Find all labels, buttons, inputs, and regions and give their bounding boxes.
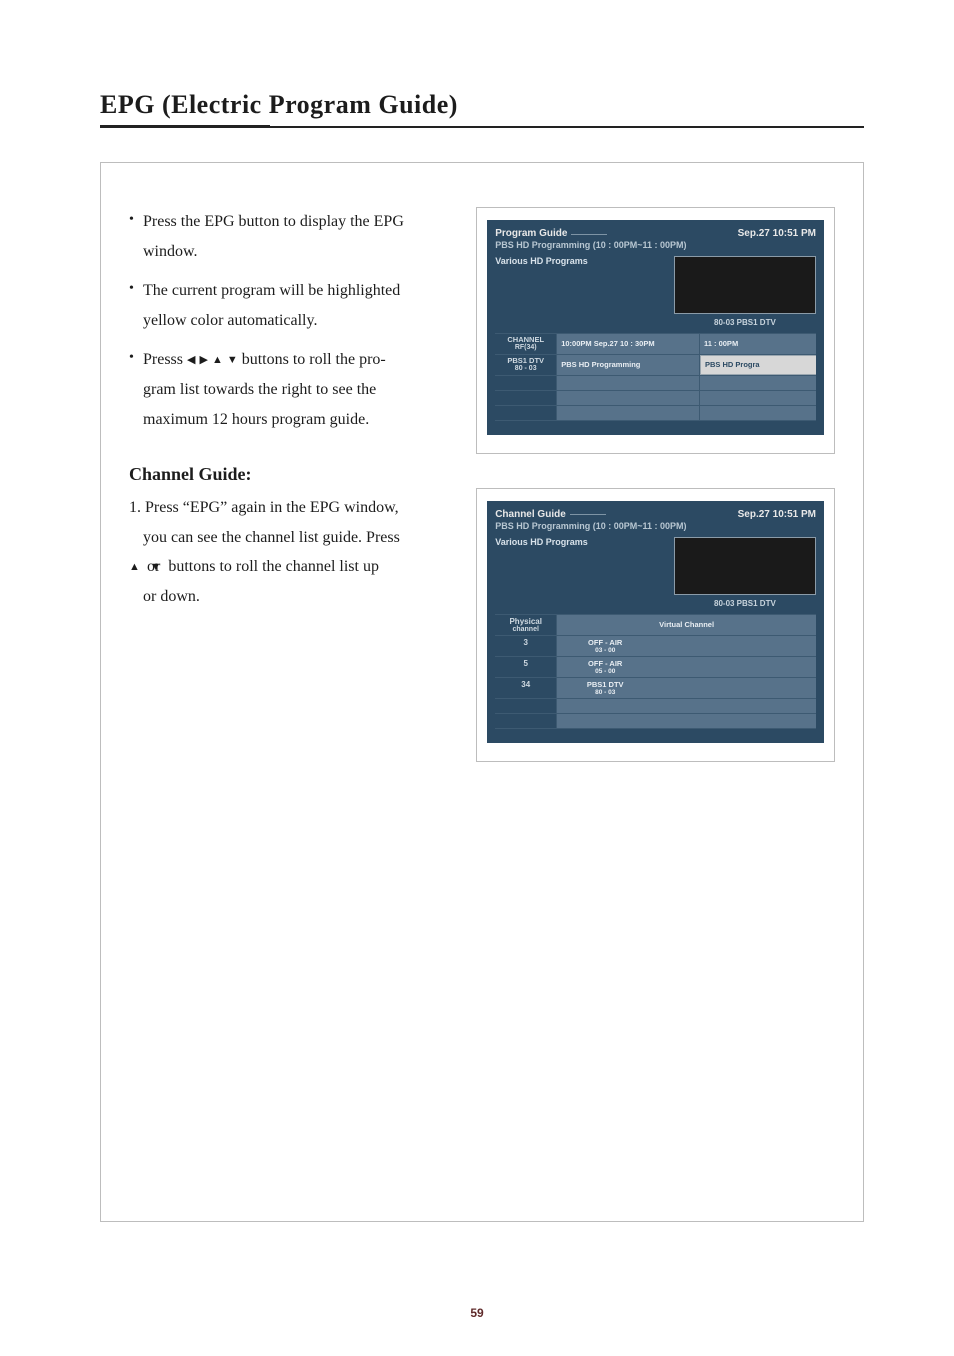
triangle-right-icon: ▶: [199, 350, 207, 370]
grid-label: 34: [495, 678, 557, 698]
text: 03 - 00: [561, 647, 649, 654]
text: 05 - 00: [561, 668, 649, 675]
grid-cell: [700, 406, 816, 420]
text: OFF - AIR: [588, 638, 622, 647]
instruction-list: Press the EPG button to display the EPG …: [129, 207, 460, 434]
text: buttons to roll the channel list up: [168, 558, 379, 575]
grid-label: [495, 406, 557, 420]
grid-label: [495, 376, 557, 390]
osd-title: Program Guide: [495, 228, 567, 239]
step-text: 1. Press “EPG” again in the EPG window, …: [129, 493, 460, 611]
list-item: The current program will be highlighted …: [129, 276, 460, 335]
text: The current program will be highlighted: [143, 282, 400, 299]
grid-cell: PBS HD Programming: [557, 355, 700, 375]
text: yellow color automatically.: [143, 312, 317, 329]
grid-header: Virtual Channel: [557, 615, 816, 635]
text: maximum 12 hours program guide.: [143, 411, 369, 428]
preview-thumbnail: [674, 256, 816, 314]
text: OFF - AIR: [588, 659, 622, 668]
text: channel: [495, 626, 556, 633]
grid-cell: OFF - AIR03 - 00: [557, 636, 816, 656]
text: gram list towards the right to see the: [143, 381, 376, 398]
grid-label: [495, 699, 557, 713]
text: 80 - 03: [561, 689, 649, 696]
grid-label: 3: [495, 636, 557, 656]
section-heading: Channel Guide:: [129, 464, 460, 485]
page-number: 59: [0, 1306, 954, 1320]
list-item: Press the EPG button to display the EPG …: [129, 207, 460, 266]
text: RF(34): [498, 344, 553, 352]
text: window.: [143, 243, 198, 260]
grid-cell: [557, 376, 700, 390]
osd-description: Various HD Programs: [495, 256, 666, 327]
text: PBS1 DTV: [507, 356, 544, 365]
grid-cell: [557, 714, 816, 728]
screenshot-program-guide: Program Guide Sep.27 10:51 PM PBS HD Pro…: [476, 207, 835, 454]
grid-cell-highlight: PBS HD Progra: [700, 355, 816, 375]
osd-description: Various HD Programs: [495, 537, 666, 608]
osd-title: Channel Guide: [495, 509, 566, 520]
text: PBS1 DTV: [587, 680, 624, 689]
grid-header: Physical channel: [495, 615, 557, 635]
text: Physical: [509, 617, 541, 626]
list-item: Presss ◀ ▶ ▲ ▼ buttons to roll the pro- …: [129, 345, 460, 434]
preview-thumbnail: [674, 537, 816, 595]
triangle-left-icon: ◀: [187, 350, 195, 370]
grid-label: [495, 714, 557, 728]
grid-cell: OFF - AIR05 - 00: [557, 657, 816, 677]
osd-subtitle: PBS HD Programming (10 : 00PM~11 : 00PM): [495, 521, 816, 531]
text: 1. Press “EPG” again in the EPG window,: [129, 499, 399, 516]
program-grid: CHANNEL RF(34) 10:00PM Sep.27 10 : 30PM …: [495, 333, 816, 421]
thumbnail-caption: 80-03 PBS1 DTV: [674, 318, 816, 327]
text: you can see the channel list guide. Pres…: [143, 529, 400, 546]
content-frame: Press the EPG button to display the EPG …: [100, 162, 864, 1222]
text: Presss: [143, 351, 187, 368]
osd-datetime: Sep.27 10:51 PM: [738, 228, 816, 239]
page-title: EPG (Electric Program Guide): [100, 90, 864, 120]
grid-label: 5: [495, 657, 557, 677]
grid-cell: [700, 391, 816, 405]
screenshot-channel-guide: Channel Guide Sep.27 10:51 PM PBS HD Pro…: [476, 488, 835, 762]
grid-cell: [557, 391, 700, 405]
grid-cell: [557, 406, 700, 420]
text: CHANNEL: [507, 335, 544, 344]
title-rule-accent: [100, 125, 270, 128]
triangle-up-icon: ▲: [212, 350, 223, 370]
text: Press the EPG button to display the EPG: [143, 213, 404, 230]
text: buttons to roll the pro-: [242, 351, 386, 368]
grid-cell: 11 : 00PM: [700, 334, 816, 354]
grid-label: PBS1 DTV 80 - 03: [495, 355, 557, 375]
channel-grid: Physical channel Virtual Channel 3 OFF -…: [495, 614, 816, 729]
thumbnail-caption: 80-03 PBS1 DTV: [674, 599, 816, 608]
grid-cell: 10:00PM Sep.27 10 : 30PM: [557, 334, 700, 354]
osd-datetime: Sep.27 10:51 PM: [738, 509, 816, 520]
grid-cell: [557, 699, 816, 713]
grid-label: [495, 391, 557, 405]
triangle-down-icon: ▼: [227, 350, 238, 370]
grid-label: CHANNEL RF(34): [495, 334, 557, 354]
text: 80 - 03: [498, 365, 553, 373]
grid-cell: [700, 376, 816, 390]
text: or down.: [143, 588, 200, 605]
osd-subtitle: PBS HD Programming (10 : 00PM~11 : 00PM): [495, 240, 816, 250]
grid-cell: PBS1 DTV80 - 03: [557, 678, 816, 698]
